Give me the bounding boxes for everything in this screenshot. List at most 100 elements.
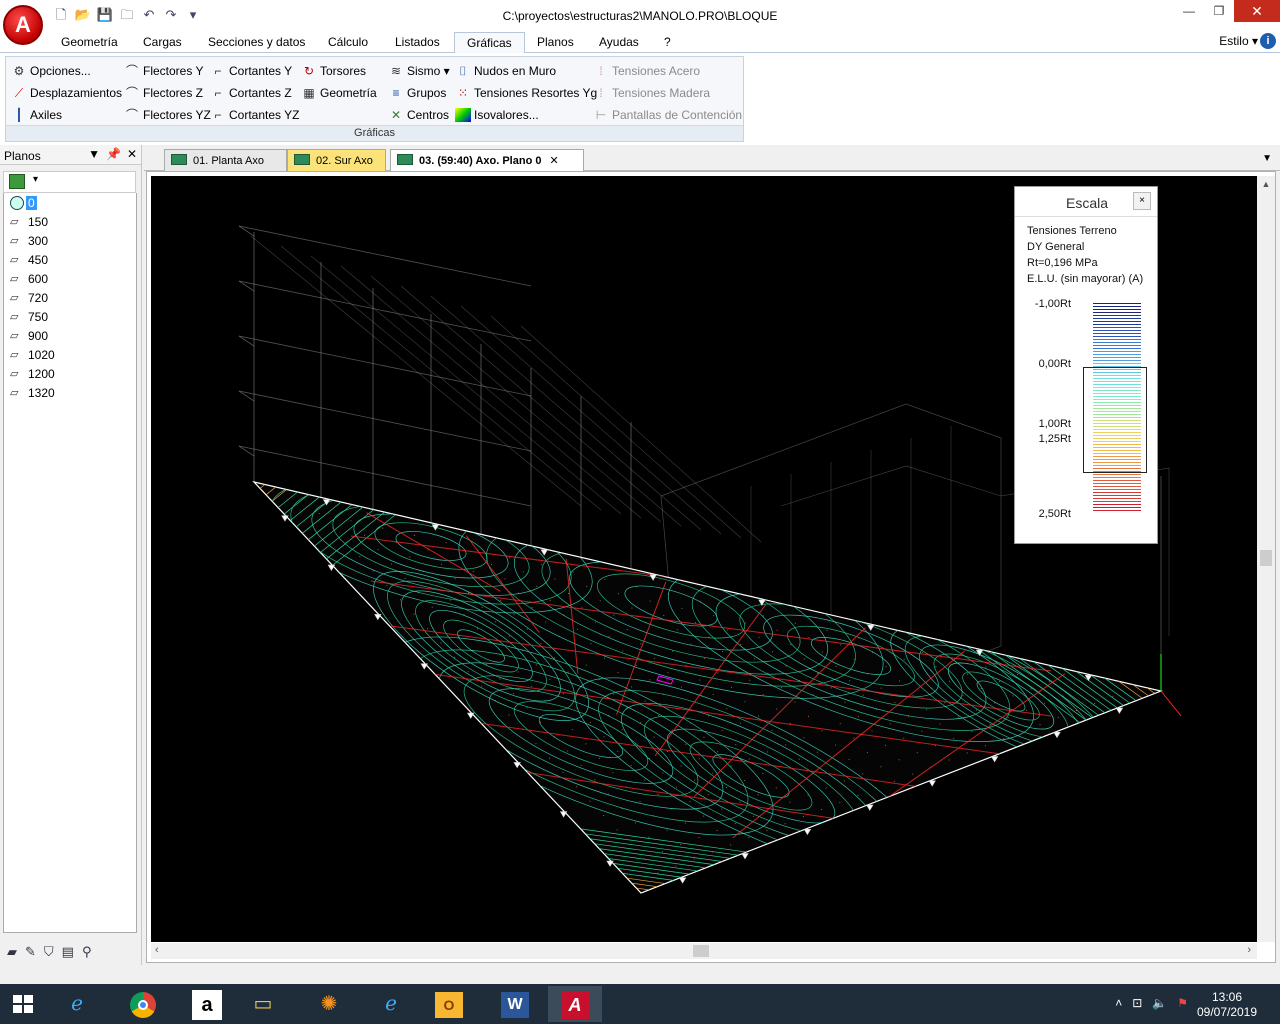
flag-icon[interactable]: ⚑ <box>1177 996 1188 1010</box>
isovalues-icon <box>455 108 471 122</box>
pantallas-button[interactable]: ⊢ Pantallas de Contención <box>593 106 742 124</box>
tab-planta-axo[interactable]: 01. Planta Axo <box>164 149 287 171</box>
tab-planos[interactable]: Planos <box>537 35 574 49</box>
plano-item-720[interactable]: ▱ 720 <box>4 288 136 307</box>
plane-view-icon[interactable]: ▰ <box>7 944 17 960</box>
chevron-down-icon[interactable]: ▾ <box>33 174 38 185</box>
tab-close-icon[interactable]: ✕ <box>549 155 558 167</box>
minimize-button[interactable]: — <box>1174 0 1204 22</box>
tensiones-resortes-button[interactable]: ⁙ Tensiones Resortes Yg <box>455 84 597 102</box>
tab-listados[interactable]: Listados <box>395 35 440 49</box>
network-icon[interactable]: ⊡ <box>1132 996 1142 1010</box>
shear-z-icon: ⌐ <box>214 86 222 100</box>
plano-item-600[interactable]: ▱ 600 <box>4 269 136 288</box>
scroll-up-icon[interactable]: ▲ <box>1257 176 1275 192</box>
wall-nodes-icon: ⌷ <box>459 64 467 78</box>
tab-calculo[interactable]: Cálculo <box>328 35 368 49</box>
torsores-button[interactable]: ↻ Torsores <box>301 62 366 80</box>
escala-bracket <box>1083 367 1147 473</box>
panel-menu-icon[interactable]: ▼ <box>88 147 100 161</box>
plane-list-icon[interactable]: ▤ <box>62 944 74 960</box>
clock[interactable]: 13:06 09/07/2019 <box>1192 990 1262 1020</box>
horizontal-scrollbar[interactable]: ‹ › <box>151 943 1257 959</box>
vertical-scrollbar[interactable]: ▲ <box>1257 176 1275 942</box>
sismo-button[interactable]: ≋ Sismo ▾ <box>388 62 450 80</box>
opciones-button[interactable]: ⚙ Opciones... <box>11 62 91 80</box>
plano-item-1020[interactable]: ▱ 1020 <box>4 345 136 364</box>
internet-explorer-icon[interactable]: ℯ <box>50 986 104 1022</box>
word-icon[interactable]: W <box>488 986 542 1022</box>
graphics-viewport[interactable]: Escala × Tensiones Terreno DY General Rt… <box>151 176 1257 942</box>
plano-item-900[interactable]: ▱ 900 <box>4 326 136 345</box>
bending-z-icon: ⌒ <box>125 86 138 100</box>
cortantes-yz-button[interactable]: ⌐ Cortantes YZ <box>210 106 299 124</box>
centros-button[interactable]: ✕ Centros <box>388 106 449 124</box>
plano-item-1320[interactable]: ▱ 1320 <box>4 383 136 402</box>
tab-geometria[interactable]: Geometría <box>61 35 118 49</box>
filter-icon[interactable]: ⛉ <box>44 944 54 960</box>
flectores-z-button[interactable]: ⌒ Flectores Z <box>124 84 203 102</box>
edge-icon[interactable]: ℯ <box>364 986 418 1022</box>
tab-ayudas[interactable]: Ayudas <box>599 35 639 49</box>
close-button[interactable]: ✕ <box>1234 0 1280 22</box>
settings-app-icon[interactable]: ✺ <box>302 986 356 1022</box>
cortantes-y-button[interactable]: ⌐ Cortantes Y <box>210 62 292 80</box>
plano-item-450[interactable]: ▱ 450 <box>4 250 136 269</box>
tab-secciones[interactable]: Secciones y datos <box>208 35 305 49</box>
axiles-button[interactable]: ┃ Axiles <box>11 106 62 124</box>
start-button[interactable] <box>0 984 48 1024</box>
plane-edit-icon[interactable]: ✎ <box>25 944 36 960</box>
file-explorer-icon[interactable]: ▭ <box>236 986 290 1022</box>
tab-graficas[interactable]: Gráficas <box>454 32 525 54</box>
vertical-scroll-thumb[interactable] <box>1260 550 1272 566</box>
app-logo-button[interactable]: A <box>3 5 43 45</box>
isovalores-button[interactable]: Isovalores... <box>455 106 539 124</box>
pin-icon[interactable]: 📌 <box>106 147 121 161</box>
tricalc-app-icon[interactable]: A <box>548 986 602 1022</box>
seismic-icon: ≋ <box>390 64 402 78</box>
scroll-left-icon[interactable]: ‹ <box>155 944 159 956</box>
chrome-icon[interactable] <box>116 986 170 1022</box>
tabs-dropdown-icon[interactable]: ▼ <box>1262 153 1272 164</box>
plano-item-150[interactable]: ▱ 150 <box>4 212 136 231</box>
groups-icon: ≡ <box>392 86 400 100</box>
escala-close-button[interactable]: × <box>1133 192 1151 210</box>
tab-help[interactable]: ? <box>664 35 671 49</box>
planos-panel: Planos ▼ 📌 ✕ ▾ 0 ▱ 150 ▱ 300 ▱ 450 ▱ 600 ▱ 72… <box>0 145 142 965</box>
axial-icon: ┃ <box>15 108 23 122</box>
plano-item-300[interactable]: ▱ 300 <box>4 231 136 250</box>
escala-line-2: DY General <box>1027 241 1085 253</box>
grupos-button[interactable]: ≡ Grupos <box>388 84 446 102</box>
horizontal-scroll-thumb[interactable] <box>693 945 709 957</box>
tab-cargas[interactable]: Cargas <box>143 35 182 49</box>
nudos-muro-button[interactable]: ⌷ Nudos en Muro <box>455 62 556 80</box>
tab-axo-plano-0[interactable]: 03. (59:40) Axo. Plano 0 ✕ <box>390 149 584 171</box>
flectores-y-button[interactable]: ⌒ Flectores Y <box>124 62 203 80</box>
tray-expand-icon[interactable]: ˄ <box>1115 996 1122 1010</box>
plano-item-1200[interactable]: ▱ 1200 <box>4 364 136 383</box>
panel-close-icon[interactable]: ✕ <box>127 147 137 161</box>
viewport-frame: Escala × Tensiones Terreno DY General Rt… <box>146 171 1276 963</box>
cortantes-z-button[interactable]: ⌐ Cortantes Z <box>210 84 291 102</box>
plane-grid-icon[interactable] <box>9 174 25 189</box>
volume-icon[interactable]: 🔈 <box>1152 996 1167 1010</box>
plane-icon: ▱ <box>10 235 19 247</box>
desplazamientos-button[interactable]: ⟋ Desplazamientos <box>11 84 122 102</box>
plano-item-750[interactable]: ▱ 750 <box>4 307 136 326</box>
tensiones-madera-button[interactable]: ⁞ Tensiones Madera <box>593 84 710 102</box>
flectores-yz-button[interactable]: ⌒ Flectores YZ <box>124 106 211 124</box>
outlook-icon[interactable]: O <box>422 986 476 1022</box>
amazon-icon[interactable]: a <box>180 986 234 1022</box>
info-icon[interactable]: i <box>1260 33 1276 49</box>
binoculars-icon[interactable]: ⚲ <box>82 944 92 960</box>
restore-button[interactable]: ❐ <box>1204 0 1234 22</box>
scroll-right-icon[interactable]: › <box>1247 944 1251 956</box>
escala-label-zero: 0,00Rt <box>1038 358 1071 370</box>
escala-info: Tensiones Terreno DY General Rt=0,196 MP… <box>1027 223 1143 287</box>
tensiones-acero-button[interactable]: ⁞ Tensiones Acero <box>593 62 700 80</box>
geometria-button[interactable]: ▦ Geometría <box>301 84 376 102</box>
estilo-dropdown[interactable]: Estilo ▾ <box>1219 34 1258 48</box>
plano-item-0[interactable]: 0 <box>4 193 136 212</box>
ribbon-tabs: Geometría Cargas Secciones y datos Cálcu… <box>0 31 1280 54</box>
tab-sur-axo[interactable]: 02. Sur Axo <box>287 149 386 171</box>
